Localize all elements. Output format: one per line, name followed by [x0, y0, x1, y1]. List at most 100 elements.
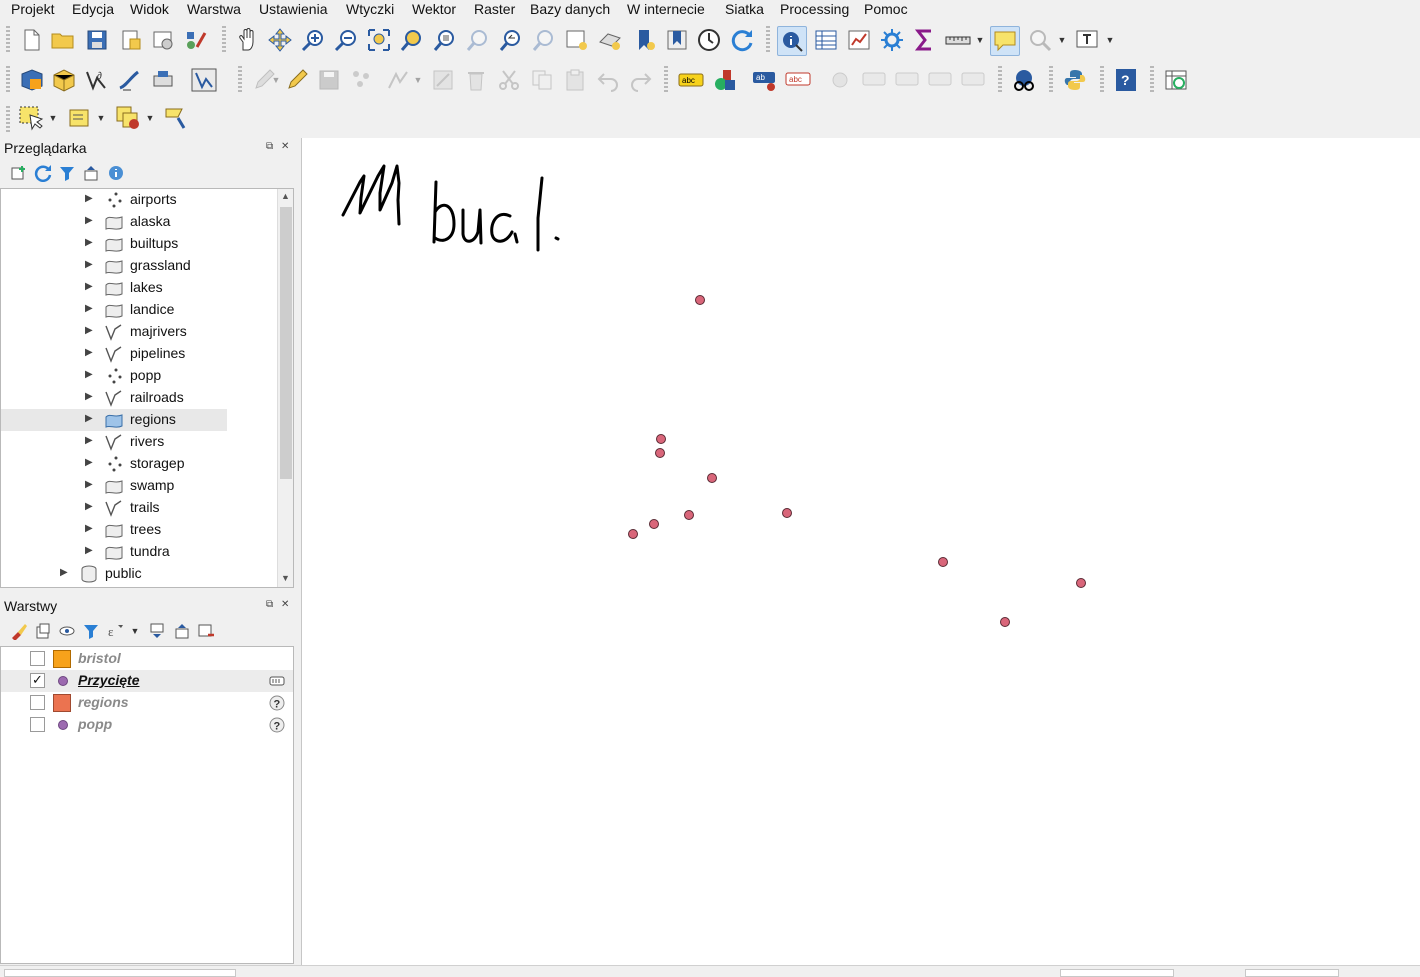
- vertex-tool-dropdown-icon[interactable]: ▼: [413, 67, 423, 93]
- new-bookmark-icon[interactable]: [632, 27, 658, 53]
- select-by-expression-icon[interactable]: [67, 105, 93, 131]
- pan-to-selection-icon[interactable]: [267, 27, 293, 53]
- browser-item-alaska[interactable]: ▶ alaska: [1, 211, 277, 233]
- add-point-feature-icon[interactable]: [349, 67, 375, 93]
- select-expression-dropdown-icon[interactable]: ▼: [96, 105, 106, 131]
- new-project-icon[interactable]: [18, 27, 44, 53]
- add-group-icon[interactable]: [30, 618, 56, 644]
- rotate-label-icon[interactable]: [927, 67, 953, 93]
- collapse-all-icon[interactable]: [78, 160, 104, 186]
- digitize-trace-icon[interactable]: [117, 67, 143, 93]
- browser-panel-float-icon[interactable]: ⧉: [266, 141, 273, 152]
- expand-arrow-icon[interactable]: ▶: [60, 567, 68, 578]
- expand-arrow-icon[interactable]: ▶: [85, 413, 93, 424]
- filter-by-expression-icon[interactable]: ε: [102, 618, 128, 644]
- identify-features-icon[interactable]: [777, 26, 807, 56]
- zoom-in-icon[interactable]: [300, 27, 326, 53]
- statistics-icon[interactable]: [846, 27, 872, 53]
- show-hide-labels-icon[interactable]: abc: [785, 67, 811, 93]
- scroll-down-icon[interactable]: ▼: [281, 573, 290, 583]
- properties-info-icon[interactable]: [103, 160, 129, 186]
- deselect-dropdown-icon[interactable]: ▼: [145, 105, 155, 131]
- map-tips-icon[interactable]: [990, 26, 1020, 56]
- expand-arrow-icon[interactable]: ▶: [85, 457, 93, 468]
- point-feature[interactable]: [649, 519, 659, 529]
- browser-item-popp[interactable]: ▶ popp: [1, 365, 277, 387]
- show-bookmarks-icon[interactable]: [664, 27, 690, 53]
- question-icon[interactable]: ?: [269, 695, 285, 711]
- layer-labeling-icon[interactable]: abc: [678, 67, 704, 93]
- data-source-manager-icon[interactable]: [18, 67, 44, 93]
- measure-line-icon[interactable]: [945, 27, 971, 53]
- expand-arrow-icon[interactable]: ▶: [85, 215, 93, 226]
- point-feature[interactable]: [695, 295, 705, 305]
- layer-row-regions[interactable]: regions ?: [1, 692, 293, 714]
- point-feature[interactable]: [655, 448, 665, 458]
- locator-dropdown-icon[interactable]: ▼: [1057, 27, 1067, 53]
- menu-warstwa[interactable]: Warstwa: [187, 0, 241, 20]
- annotation-dropdown-icon[interactable]: ▼: [1105, 27, 1115, 53]
- point-feature[interactable]: [628, 529, 638, 539]
- open-attribute-table-icon[interactable]: [813, 27, 839, 53]
- scroll-up-icon[interactable]: ▲: [281, 191, 290, 201]
- expand-all-icon[interactable]: [144, 618, 170, 644]
- toolbar-grip[interactable]: [766, 26, 770, 52]
- toolbar-grip[interactable]: [1150, 66, 1154, 92]
- new-print-layout-icon[interactable]: [118, 27, 144, 53]
- refresh-browser-icon[interactable]: [30, 160, 56, 186]
- toolbar-grip[interactable]: [1049, 66, 1053, 92]
- browser-item-landice[interactable]: ▶ landice: [1, 299, 277, 321]
- map-canvas[interactable]: [301, 138, 1420, 965]
- expand-arrow-icon[interactable]: ▶: [85, 369, 93, 380]
- expand-arrow-icon[interactable]: ▶: [85, 479, 93, 490]
- point-feature[interactable]: [1076, 578, 1086, 588]
- menu-raster[interactable]: Raster: [474, 0, 515, 20]
- layout-manager-icon[interactable]: [150, 27, 176, 53]
- temporal-controller-icon[interactable]: [696, 27, 722, 53]
- processing-toolbox-icon[interactable]: [879, 27, 905, 53]
- move-label-icon[interactable]: [894, 67, 920, 93]
- add-selected-layers-icon[interactable]: [6, 160, 32, 186]
- filter-browser-icon[interactable]: [54, 160, 80, 186]
- browser-item-rivers[interactable]: ▶ rivers: [1, 431, 277, 453]
- refresh-icon[interactable]: [729, 27, 755, 53]
- redo-icon[interactable]: [628, 67, 654, 93]
- menu-edycja[interactable]: Edycja: [72, 0, 114, 20]
- toolbar-grip[interactable]: [6, 26, 10, 52]
- browser-item-builtups[interactable]: ▶ builtups: [1, 233, 277, 255]
- point-feature[interactable]: [938, 557, 948, 567]
- measure-dropdown-icon[interactable]: ▼: [975, 27, 985, 53]
- menu-widok[interactable]: Widok: [130, 0, 169, 20]
- zoom-out-icon[interactable]: [333, 27, 359, 53]
- text-annotation-icon[interactable]: [1075, 27, 1101, 53]
- layer-row-popp[interactable]: popp ?: [1, 714, 293, 736]
- digitize-vertex-icon[interactable]: ∂: [84, 67, 110, 93]
- deselect-features-icon[interactable]: [115, 105, 141, 131]
- current-edits-dropdown-icon[interactable]: ▼: [271, 67, 281, 93]
- question-icon[interactable]: ?: [269, 717, 285, 733]
- zoom-to-selection-icon[interactable]: [399, 27, 425, 53]
- browser-panel-close-icon[interactable]: ✕: [281, 141, 289, 152]
- new-geopackage-layer-icon[interactable]: [51, 67, 77, 93]
- expand-arrow-icon[interactable]: ▶: [85, 281, 93, 292]
- expand-arrow-icon[interactable]: ▶: [85, 325, 93, 336]
- zoom-last-icon[interactable]: [498, 27, 524, 53]
- menu-pomoc[interactable]: Pomoc: [864, 0, 908, 20]
- menu-ustawienia[interactable]: Ustawienia: [259, 0, 327, 20]
- point-feature[interactable]: [707, 473, 717, 483]
- browser-item-tundra[interactable]: ▶ tundra: [1, 541, 277, 563]
- coordinate-field[interactable]: [1060, 969, 1174, 977]
- toolbar-grip[interactable]: [1100, 66, 1104, 92]
- browser-item-storagep[interactable]: ▶ storagep: [1, 453, 277, 475]
- browser-item-railroads[interactable]: ▶ railroads: [1, 387, 277, 409]
- new-vector-layer-icon[interactable]: [191, 67, 217, 93]
- layers-panel-float-icon[interactable]: ⧉: [266, 599, 273, 610]
- virtual-layer-icon[interactable]: [150, 67, 176, 93]
- collapse-all-layers-icon[interactable]: [169, 618, 195, 644]
- paste-features-icon[interactable]: [562, 67, 588, 93]
- python-console-icon[interactable]: [1062, 67, 1088, 93]
- point-feature[interactable]: [1000, 617, 1010, 627]
- expand-arrow-icon[interactable]: ▶: [85, 347, 93, 358]
- layer-visibility-checkbox[interactable]: ✓: [30, 673, 45, 688]
- sum-icon[interactable]: [912, 27, 938, 53]
